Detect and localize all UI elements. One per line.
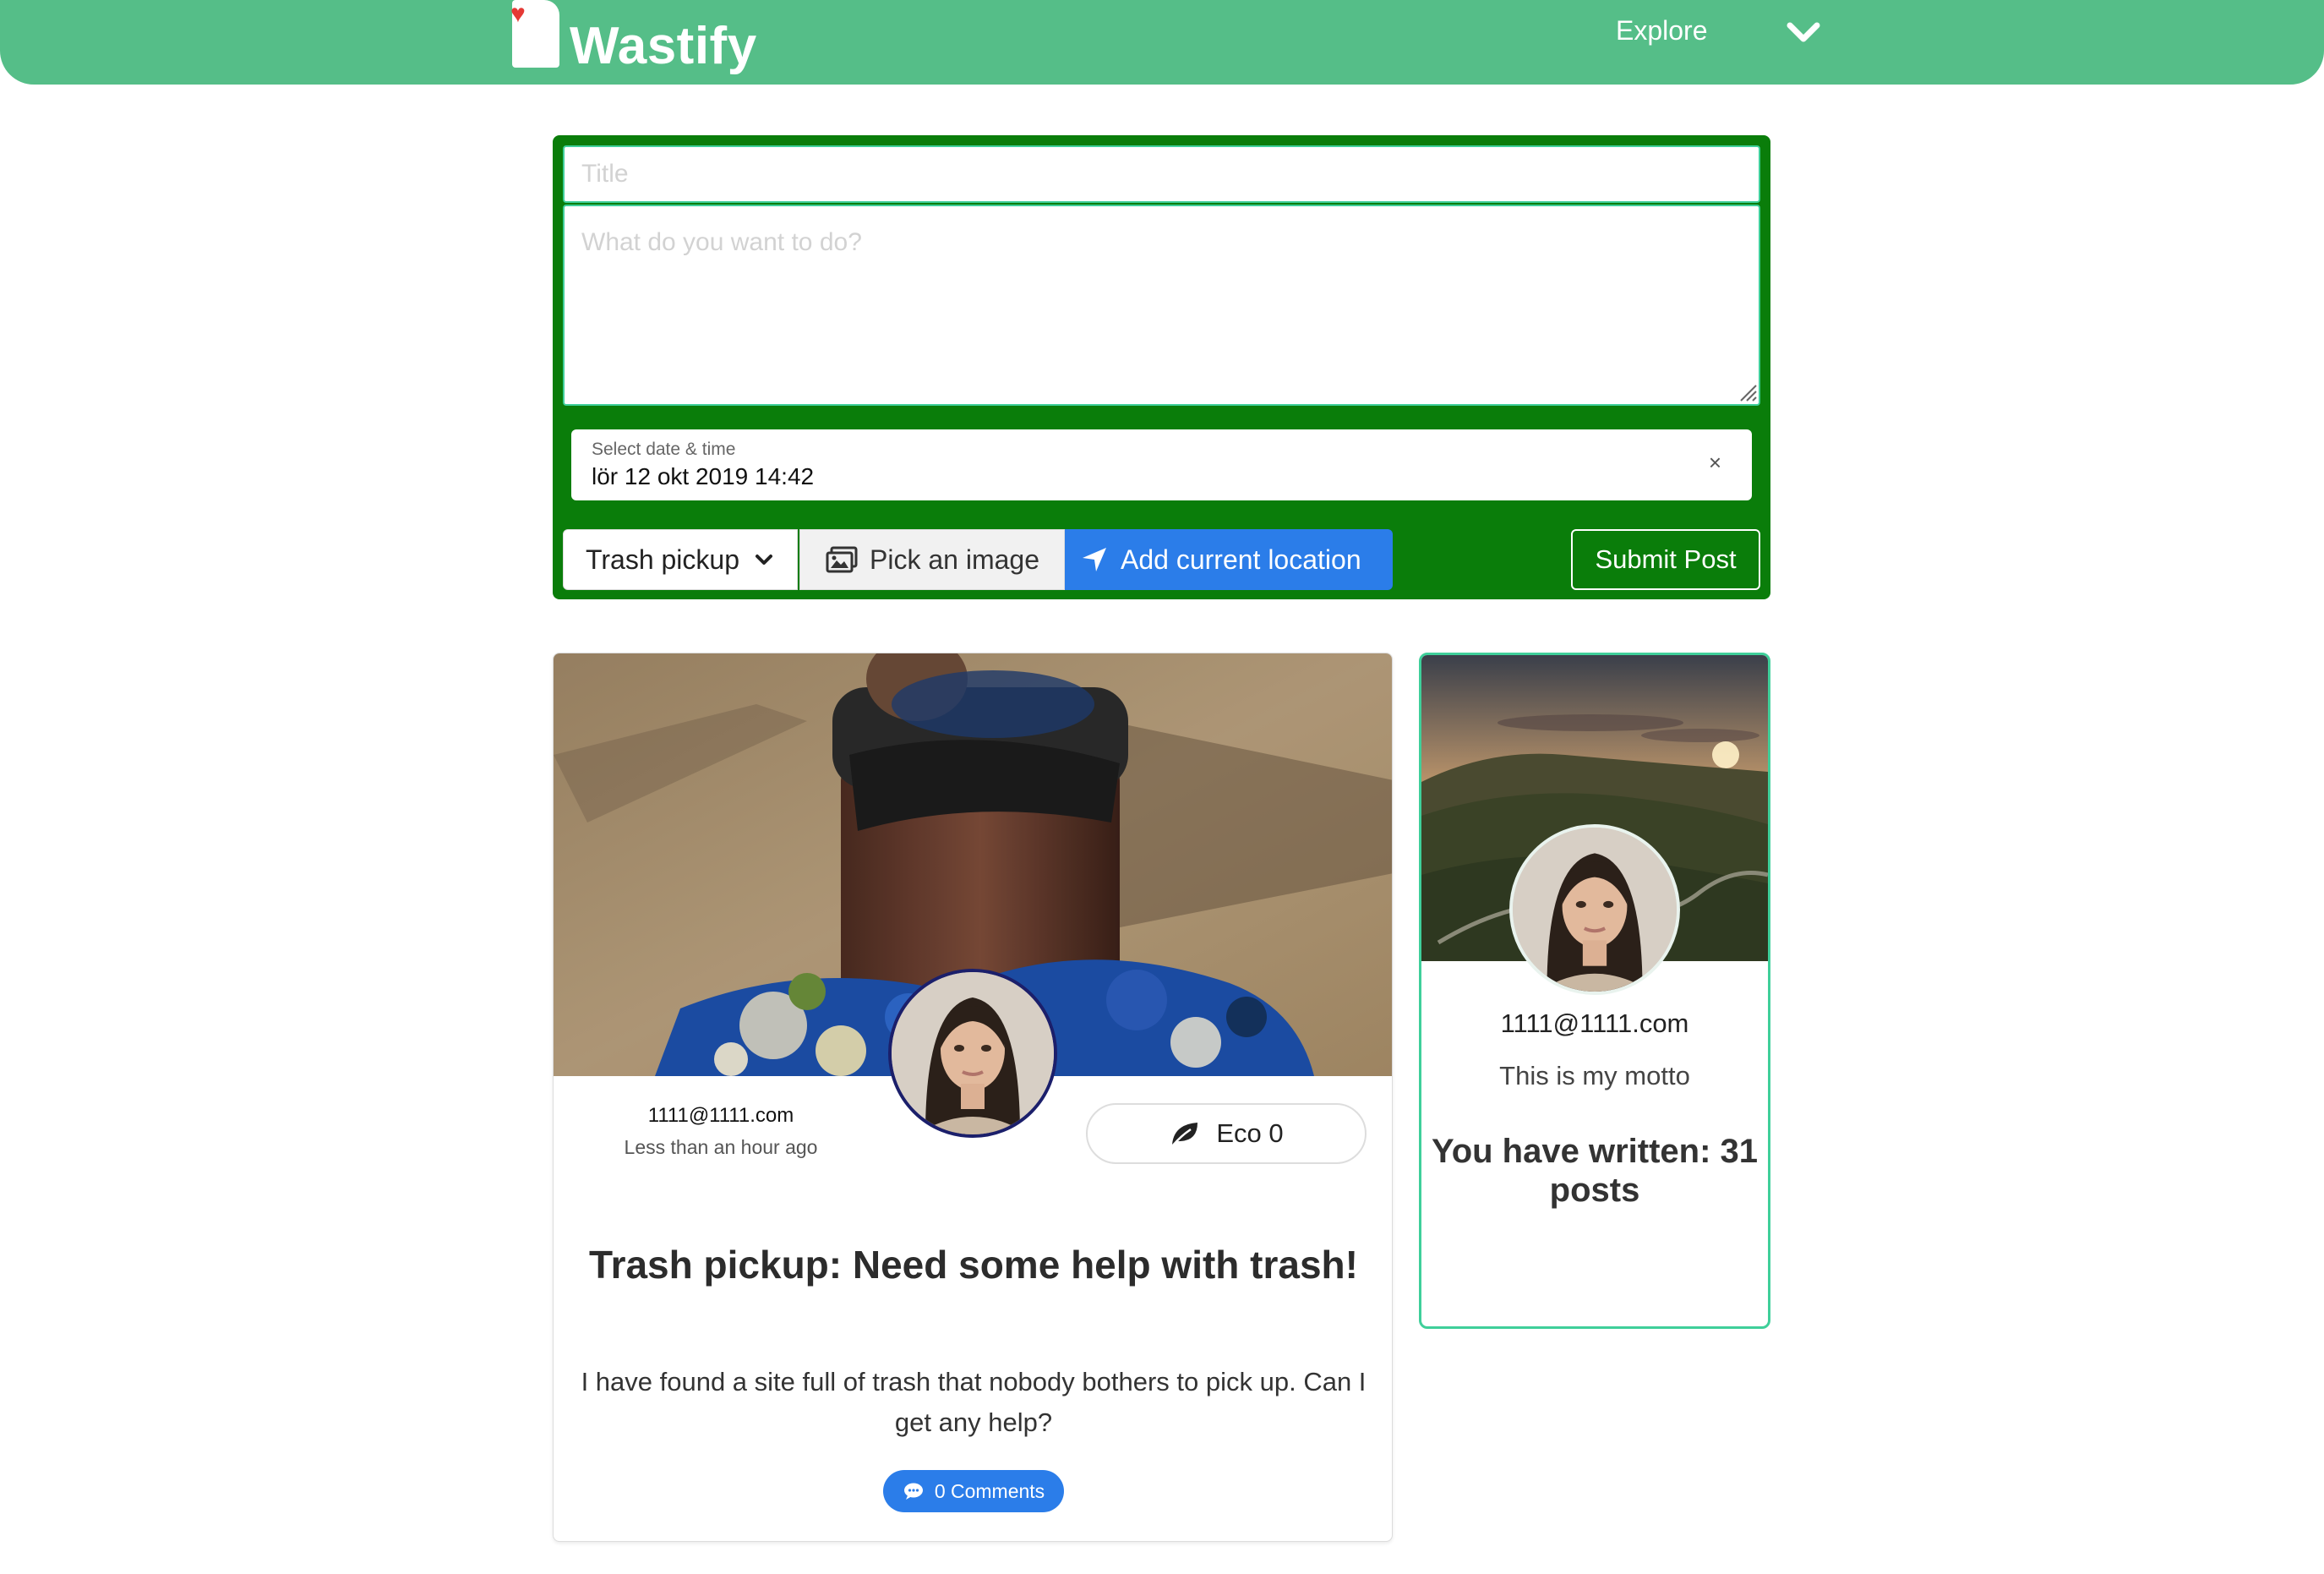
resize-handle-icon[interactable] [1738, 382, 1758, 402]
post-author-email[interactable]: 1111@1111.com [554, 1104, 888, 1128]
pick-image-label: Pick an image [870, 544, 1039, 575]
profile-email: 1111@1111.com [1500, 1008, 1689, 1038]
category-select[interactable]: Trash pickup [563, 529, 798, 590]
top-navbar: ♥ Wastify Explore [0, 0, 2324, 85]
post-body-textarea[interactable] [563, 205, 1760, 406]
brand-name: Wastify [570, 17, 757, 75]
add-location-label: Add current location [1121, 544, 1361, 575]
images-icon [826, 546, 858, 573]
location-arrow-icon [1083, 548, 1106, 571]
category-select-value: Trash pickup [586, 544, 739, 575]
title-input[interactable] [563, 145, 1760, 203]
form-actions-row: Trash pickup Pick an image Add current l… [563, 529, 1393, 590]
date-time-value[interactable]: lör 12 okt 2019 14:42 [592, 463, 814, 490]
chevron-down-icon[interactable] [1785, 17, 1822, 51]
post-timestamp: Less than an hour ago [624, 1136, 818, 1158]
pick-image-button[interactable]: Pick an image [799, 529, 1065, 590]
heart-icon: ♥ [510, 0, 526, 28]
leaf-icon [1171, 1123, 1198, 1147]
post-body-text: I have found a site full of trash that n… [581, 1367, 1367, 1437]
comment-icon [903, 1483, 923, 1500]
profile-avatar[interactable] [1509, 824, 1680, 995]
date-time-label: Select date & time [592, 440, 736, 459]
eco-button[interactable]: Eco 0 [1086, 1103, 1367, 1164]
create-post-form: Select date & time lör 12 okt 2019 14:42… [553, 135, 1770, 599]
eco-count-label: Eco 0 [1216, 1118, 1284, 1148]
comments-button[interactable]: 0 Comments [883, 1470, 1064, 1512]
add-location-button[interactable]: Add current location [1065, 529, 1393, 590]
post-card: 1111@1111.com Less than an hour ago Eco … [553, 653, 1393, 1542]
profile-card: 1111@1111.com This is my motto You have … [1419, 653, 1770, 1329]
brand-logo[interactable]: ♥ Wastify [510, 0, 757, 81]
profile-motto: This is my motto [1499, 1061, 1690, 1090]
author-avatar[interactable] [888, 969, 1057, 1138]
trash-can-logo-icon: ♥ [510, 0, 559, 68]
date-time-picker[interactable]: Select date & time lör 12 okt 2019 14:42… [571, 429, 1752, 500]
chevron-down-icon [756, 555, 772, 565]
comments-count-label: 0 Comments [934, 1479, 1045, 1502]
profile-post-count: You have written: 31 posts [1431, 1133, 1758, 1209]
nav-explore-link[interactable]: Explore [1616, 15, 1708, 46]
clear-date-button[interactable]: × [1709, 450, 1721, 476]
post-title: Trash pickup: Need some help with trash! [589, 1243, 1358, 1287]
submit-post-button[interactable]: Submit Post [1571, 529, 1760, 590]
